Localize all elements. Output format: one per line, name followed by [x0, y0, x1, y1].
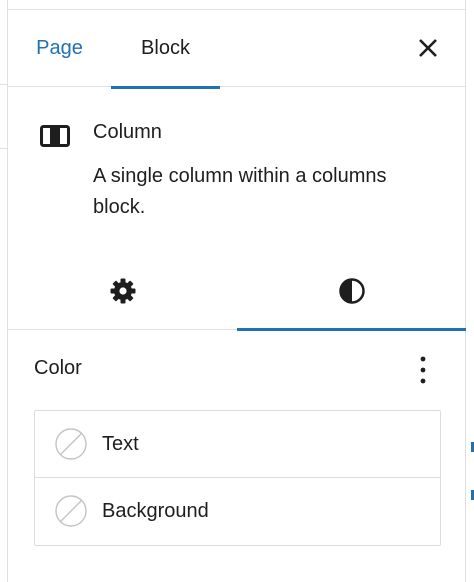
no-color-swatch-icon: [55, 428, 87, 460]
block-description: A single column within a columns block.: [93, 165, 387, 218]
color-panel-heading: Color: [34, 357, 82, 379]
active-tab-indicator: [237, 328, 466, 331]
divider: [0, 84, 7, 85]
gear-icon: [110, 278, 135, 303]
tab-settings[interactable]: [8, 252, 237, 329]
editor-canvas-edge: [0, 0, 7, 582]
color-item-text[interactable]: Text: [35, 411, 440, 478]
settings-sidebar: Page Block Column A single column within…: [7, 0, 466, 582]
color-item-background[interactable]: Background: [35, 478, 440, 545]
editor-screen: Page Block Column A single column within…: [0, 0, 474, 582]
half-circle-styles-icon: [338, 277, 365, 304]
sidebar-header: Page Block: [8, 9, 466, 89]
tab-block[interactable]: Block: [111, 10, 220, 89]
close-icon: [419, 39, 437, 57]
column-block-icon: [40, 125, 70, 147]
close-button[interactable]: [412, 32, 444, 64]
color-item-list: Text Background: [34, 410, 441, 546]
tab-page[interactable]: Page: [22, 10, 97, 87]
color-options-button[interactable]: [408, 352, 438, 388]
right-gutter: [466, 0, 474, 582]
divider: [0, 148, 7, 149]
color-item-label: Text: [102, 433, 139, 455]
tab-styles[interactable]: [237, 252, 466, 331]
no-color-swatch-icon: [55, 495, 87, 527]
color-item-label: Background: [102, 500, 209, 522]
inspector-tabs: [8, 252, 466, 331]
tab-page-label: Page: [36, 37, 83, 59]
more-vertical-icon: [420, 356, 426, 384]
tab-block-label: Block: [141, 37, 190, 59]
block-title: Column: [93, 121, 162, 143]
